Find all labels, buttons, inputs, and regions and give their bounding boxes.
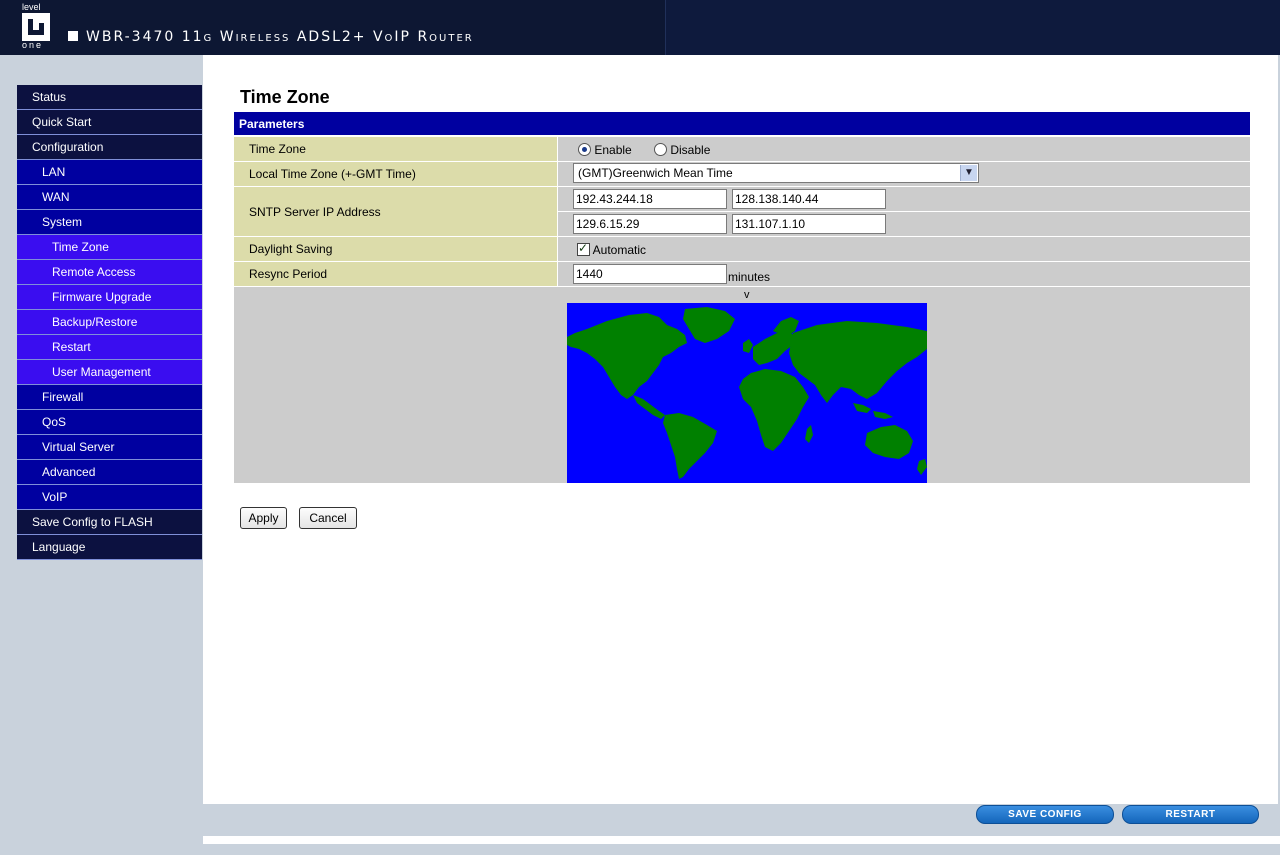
resync-label: Resync Period (234, 262, 557, 286)
sidebar-item-qos[interactable]: QoS (17, 410, 202, 435)
daylight-label: Daylight Saving (234, 237, 557, 261)
logo-bottom-text: one (22, 40, 44, 50)
square-bullet-icon (68, 31, 78, 41)
daylight-value: Automatic (558, 237, 1250, 261)
sidebar-item-wan[interactable]: WAN (17, 185, 202, 210)
resync-period-input[interactable] (573, 264, 727, 284)
sidebar-item-status[interactable]: Status (17, 85, 202, 110)
cancel-button[interactable]: Cancel (299, 507, 357, 529)
row-local-time-zone: Local Time Zone (+-GMT Time) (GMT)Greenw… (234, 162, 1250, 186)
time-zone-value: Enable Disable (558, 137, 1250, 161)
disable-radio[interactable] (654, 143, 667, 156)
enable-radio-group[interactable]: Enable (578, 143, 632, 157)
map-area: v (234, 287, 1250, 483)
sidebar-item-configuration[interactable]: Configuration (17, 135, 202, 160)
save-config-button[interactable]: SAVE CONFIG (976, 805, 1114, 824)
sidebar-item-virtual-server[interactable]: Virtual Server (17, 435, 202, 460)
automatic-checkbox[interactable] (577, 241, 590, 256)
logo-top-text: level (22, 2, 41, 12)
apply-button[interactable]: Apply (240, 507, 287, 529)
local-time-zone-selected: (GMT)Greenwich Mean Time (578, 166, 733, 180)
sidebar-item-backup-restore[interactable]: Backup/Restore (17, 310, 202, 335)
sidebar-item-time-zone[interactable]: Time Zone (17, 235, 202, 260)
restart-button[interactable]: RESTART (1122, 805, 1259, 824)
row-time-zone: Time Zone Enable Disable (234, 137, 1250, 161)
time-zone-label: Time Zone (234, 137, 557, 161)
sntp-ip-4-input[interactable] (732, 214, 886, 234)
chevron-down-icon[interactable]: ▼ (960, 165, 977, 181)
sidebar-item-firmware-upgrade[interactable]: Firmware Upgrade (17, 285, 202, 310)
sidebar-item-save-config-to-flash[interactable]: Save Config to FLASH (17, 510, 202, 535)
sidebar-item-system[interactable]: System (17, 210, 202, 235)
sidebar-item-user-management[interactable]: User Management (17, 360, 202, 385)
sidebar-item-quick-start[interactable]: Quick Start (17, 110, 202, 135)
resync-unit: minutes (728, 270, 771, 284)
world-map[interactable] (567, 303, 927, 483)
local-time-zone-value: (GMT)Greenwich Mean Time ▼ (558, 162, 1250, 186)
enable-radio[interactable] (578, 143, 591, 156)
sidebar-menu: Status Quick Start Configuration LAN WAN Syst… (17, 85, 202, 560)
header-right-panel (665, 0, 1280, 55)
local-time-zone-select[interactable]: (GMT)Greenwich Mean Time ▼ (573, 163, 979, 183)
footer-bar (203, 804, 1280, 855)
header-bar: level one WBR-3470 11g Wireless ADSL2+ V… (0, 0, 1280, 55)
sidebar-item-language[interactable]: Language (17, 535, 202, 560)
sntp-label: SNTP Server IP Address (234, 187, 557, 236)
product-title: WBR-3470 11g Wireless ADSL2+ VoIP Router (68, 29, 474, 45)
automatic-checkbox-label[interactable]: Automatic (593, 243, 646, 257)
page-title: Time Zone (240, 87, 330, 107)
sntp-ip-1-input[interactable] (573, 189, 727, 209)
automatic-checkbox-group[interactable]: Automatic (577, 241, 646, 257)
resync-value: minutes (558, 262, 1250, 286)
sidebar-item-firewall[interactable]: Firewall (17, 385, 202, 410)
sidebar-item-remote-access[interactable]: Remote Access (17, 260, 202, 285)
row-daylight: Daylight Saving Automatic (234, 237, 1250, 261)
sidebar-item-restart[interactable]: Restart (17, 335, 202, 360)
sntp-ip-3-input[interactable] (573, 214, 727, 234)
sntp-ip-2-input[interactable] (732, 189, 886, 209)
row-resync: Resync Period minutes (234, 262, 1250, 286)
timezone-marker: v (744, 289, 750, 301)
local-time-zone-label: Local Time Zone (+-GMT Time) (234, 162, 557, 186)
sidebar-item-advanced[interactable]: Advanced (17, 460, 202, 485)
disable-radio-label[interactable]: Disable (670, 143, 710, 157)
sidebar-item-lan[interactable]: LAN (17, 160, 202, 185)
product-name: WBR-3470 11g Wireless ADSL2+ VoIP Router (86, 29, 474, 45)
sntp-divider (558, 211, 1250, 212)
enable-radio-label[interactable]: Enable (594, 143, 631, 157)
sidebar-item-voip[interactable]: VoIP (17, 485, 202, 510)
section-header: Parameters (234, 112, 1250, 135)
disable-radio-group[interactable]: Disable (654, 143, 710, 157)
sntp-value (558, 187, 1250, 236)
logo-blocks-icon (22, 13, 50, 41)
row-sntp: SNTP Server IP Address (234, 187, 1250, 236)
level-one-logo: level one (18, 3, 58, 51)
footer-stripe (203, 836, 1280, 844)
